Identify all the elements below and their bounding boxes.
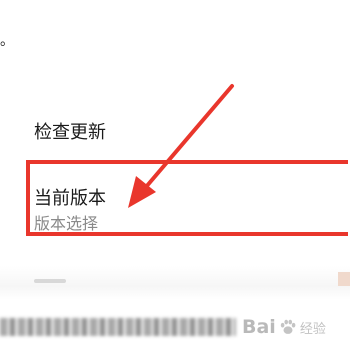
blurred-corner-mark (338, 272, 350, 286)
watermark-brand: Bai (242, 316, 276, 338)
version-select-label: 版本选择 (34, 214, 99, 233)
baidu-paw-icon (280, 319, 296, 334)
baidu-watermark: Bai 经验 (242, 312, 326, 342)
check-update-label: 检查更新 (34, 122, 106, 143)
blurred-row-divider (0, 266, 350, 300)
current-version-row[interactable]: 当前版本 版本选择 (0, 176, 350, 238)
watermark-tail: 经验 (299, 321, 326, 337)
check-update-row[interactable]: 检查更新 (0, 112, 350, 148)
blurred-text-line (0, 318, 236, 336)
period-mark: 。 (0, 33, 14, 49)
current-version-label: 当前版本 (34, 188, 106, 209)
blurred-caption (34, 279, 66, 283)
